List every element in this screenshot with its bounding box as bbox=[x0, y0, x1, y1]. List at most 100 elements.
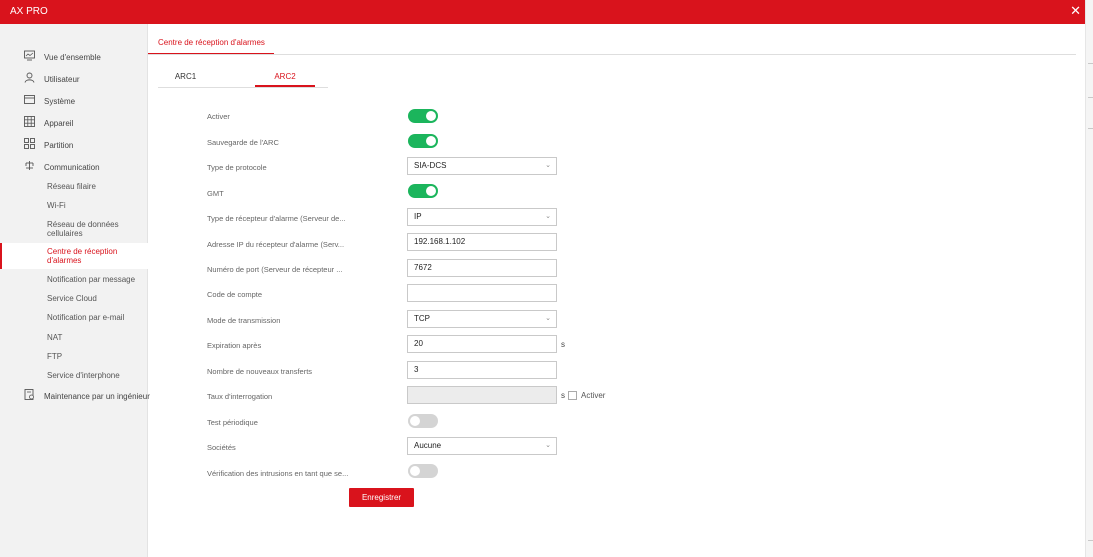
sidebar-subitem-label: NAT bbox=[47, 333, 63, 342]
port-label: Numéro de port (Serveur de récepteur ... bbox=[207, 265, 343, 274]
main-content: Centre de réception d'alarmes ARC1 ARC2 … bbox=[148, 24, 1085, 557]
account-code-label: Code de compte bbox=[207, 290, 263, 299]
select-value: Aucune bbox=[414, 441, 442, 450]
edge-mark bbox=[1088, 97, 1093, 98]
maintenance-icon bbox=[24, 389, 34, 400]
chevron-down-icon: ⌄ bbox=[545, 315, 551, 322]
divider bbox=[148, 54, 1076, 55]
sidebar-subitem-label: FTP bbox=[47, 352, 63, 361]
sidebar-subitem-label: Centre de réception d'alarmes bbox=[47, 247, 118, 265]
receiver-type-select[interactable]: IP ⌄ bbox=[407, 208, 557, 226]
sidebar-subitem-label: Réseau filaire bbox=[47, 182, 96, 191]
sidebar-subitem-label: Service d'interphone bbox=[47, 371, 120, 380]
sidebar-item-maintenance[interactable]: Maintenance par un ingénieur bbox=[0, 387, 150, 405]
divider bbox=[158, 87, 328, 88]
transmission-mode-label: Mode de transmission bbox=[207, 316, 281, 325]
expiration-label: Expiration après bbox=[207, 341, 262, 350]
sidebar-item-system[interactable]: Système bbox=[0, 92, 147, 110]
intrusion-check-label: Vérification des intrusions en tant que … bbox=[207, 469, 349, 478]
sidebar-item-communication[interactable]: Communication bbox=[0, 158, 147, 176]
account-code-input[interactable] bbox=[407, 284, 557, 302]
sidebar-item-user[interactable]: Utilisateur bbox=[0, 70, 147, 88]
network-icon bbox=[25, 161, 34, 170]
enable-label: Activer bbox=[207, 112, 230, 121]
expiration-input[interactable]: 20 bbox=[407, 335, 557, 353]
polling-rate-unit: s bbox=[561, 391, 565, 400]
sidebar-subitem-message-notification[interactable]: Notification par message bbox=[0, 274, 147, 288]
periodic-test-toggle[interactable] bbox=[408, 414, 438, 428]
monitor-icon bbox=[24, 50, 35, 61]
polling-rate-label: Taux d'interrogation bbox=[207, 392, 273, 401]
sidebar-subitem-cellular[interactable]: Réseau de données cellulaires bbox=[0, 218, 147, 240]
receiver-ip-label: Adresse IP du récepteur d'alarme (Serv..… bbox=[207, 240, 345, 249]
retries-input[interactable]: 3 bbox=[407, 361, 557, 379]
sidebar: Vue d'ensemble Utilisateur Système Appar… bbox=[0, 24, 150, 557]
partition-icon bbox=[24, 138, 35, 149]
sidebar-subitem-ftp[interactable]: FTP bbox=[0, 351, 147, 365]
sidebar-subitem-label: Notification par message bbox=[47, 275, 136, 284]
toggle-knob bbox=[426, 136, 436, 146]
edge-mark bbox=[1088, 540, 1093, 541]
tab-arc1[interactable]: ARC1 bbox=[163, 72, 208, 85]
window-edge bbox=[1085, 0, 1093, 557]
edge-mark bbox=[1088, 128, 1093, 129]
sidebar-subitem-intercom-service[interactable]: Service d'interphone bbox=[0, 370, 147, 384]
gmt-label: GMT bbox=[207, 189, 224, 198]
tab-alarm-receiving-center[interactable]: Centre de réception d'alarmes bbox=[148, 38, 274, 55]
title-bar: AX PRO ✕ bbox=[0, 0, 1085, 24]
sidebar-subitem-alarm-receiving-center[interactable]: Centre de réception d'alarmes bbox=[0, 243, 149, 269]
sidebar-item-label: Appareil bbox=[44, 119, 74, 128]
select-value: IP bbox=[414, 212, 422, 221]
device-grid-icon bbox=[24, 116, 35, 127]
retries-label: Nombre de nouveaux transferts bbox=[207, 367, 313, 376]
toggle-knob bbox=[426, 111, 436, 121]
sidebar-item-label: Communication bbox=[44, 163, 100, 172]
sidebar-subitem-cloud-service[interactable]: Service Cloud bbox=[0, 293, 147, 307]
polling-rate-input bbox=[407, 386, 557, 404]
sidebar-item-overview[interactable]: Vue d'ensemble bbox=[0, 48, 147, 66]
gmt-toggle[interactable] bbox=[408, 184, 438, 198]
sidebar-subitem-label: Notification par e-mail bbox=[47, 313, 125, 322]
expiration-unit: s bbox=[561, 340, 565, 349]
companies-select[interactable]: Aucune ⌄ bbox=[407, 437, 557, 455]
close-button[interactable]: ✕ bbox=[1070, 3, 1081, 19]
sidebar-subitem-wifi[interactable]: Wi-Fi bbox=[0, 200, 147, 214]
chevron-down-icon: ⌄ bbox=[545, 442, 551, 449]
sidebar-subitem-nat[interactable]: NAT bbox=[0, 332, 147, 346]
save-button[interactable]: Enregistrer bbox=[349, 488, 414, 507]
protocol-label: Type de protocole bbox=[207, 163, 267, 172]
sidebar-item-partition[interactable]: Partition bbox=[0, 136, 147, 154]
sidebar-item-device[interactable]: Appareil bbox=[0, 114, 147, 132]
toggle-knob bbox=[410, 416, 420, 426]
periodic-test-label: Test périodique bbox=[207, 418, 258, 427]
enable-toggle[interactable] bbox=[408, 109, 438, 123]
port-input[interactable]: 7672 bbox=[407, 259, 557, 277]
sidebar-item-label: Maintenance par un ingénieur bbox=[44, 392, 150, 401]
sidebar-subitem-label: Réseau de données cellulaires bbox=[47, 220, 119, 238]
sidebar-item-label: Système bbox=[44, 97, 76, 106]
tab-arc2[interactable]: ARC2 bbox=[255, 72, 315, 87]
chevron-down-icon: ⌄ bbox=[545, 213, 551, 220]
receiver-ip-input[interactable]: 192.168.1.102 bbox=[407, 233, 557, 251]
sidebar-subitem-email-notification[interactable]: Notification par e-mail bbox=[0, 312, 147, 326]
companies-label: Sociétés bbox=[207, 443, 236, 452]
chevron-down-icon: ⌄ bbox=[545, 162, 551, 169]
sidebar-item-label: Partition bbox=[44, 141, 74, 150]
toggle-knob bbox=[426, 186, 436, 196]
polling-enable-label: Activer bbox=[581, 391, 606, 400]
arc-backup-toggle[interactable] bbox=[408, 134, 438, 148]
select-value: SIA-DCS bbox=[414, 161, 447, 170]
sidebar-subitem-wired-network[interactable]: Réseau filaire bbox=[0, 181, 147, 195]
window-icon bbox=[24, 95, 35, 104]
arc-backup-label: Sauvegarde de l'ARC bbox=[207, 138, 279, 147]
polling-enable-checkbox[interactable] bbox=[568, 391, 577, 400]
sidebar-item-label: Vue d'ensemble bbox=[44, 53, 101, 62]
protocol-select[interactable]: SIA-DCS ⌄ bbox=[407, 157, 557, 175]
sidebar-subitem-label: Wi-Fi bbox=[47, 201, 66, 210]
app-title: AX PRO bbox=[10, 6, 48, 17]
select-value: TCP bbox=[414, 314, 430, 323]
intrusion-check-toggle[interactable] bbox=[408, 464, 438, 478]
edge-mark bbox=[1088, 63, 1093, 64]
transmission-mode-select[interactable]: TCP ⌄ bbox=[407, 310, 557, 328]
sidebar-subitem-label: Service Cloud bbox=[47, 294, 97, 303]
